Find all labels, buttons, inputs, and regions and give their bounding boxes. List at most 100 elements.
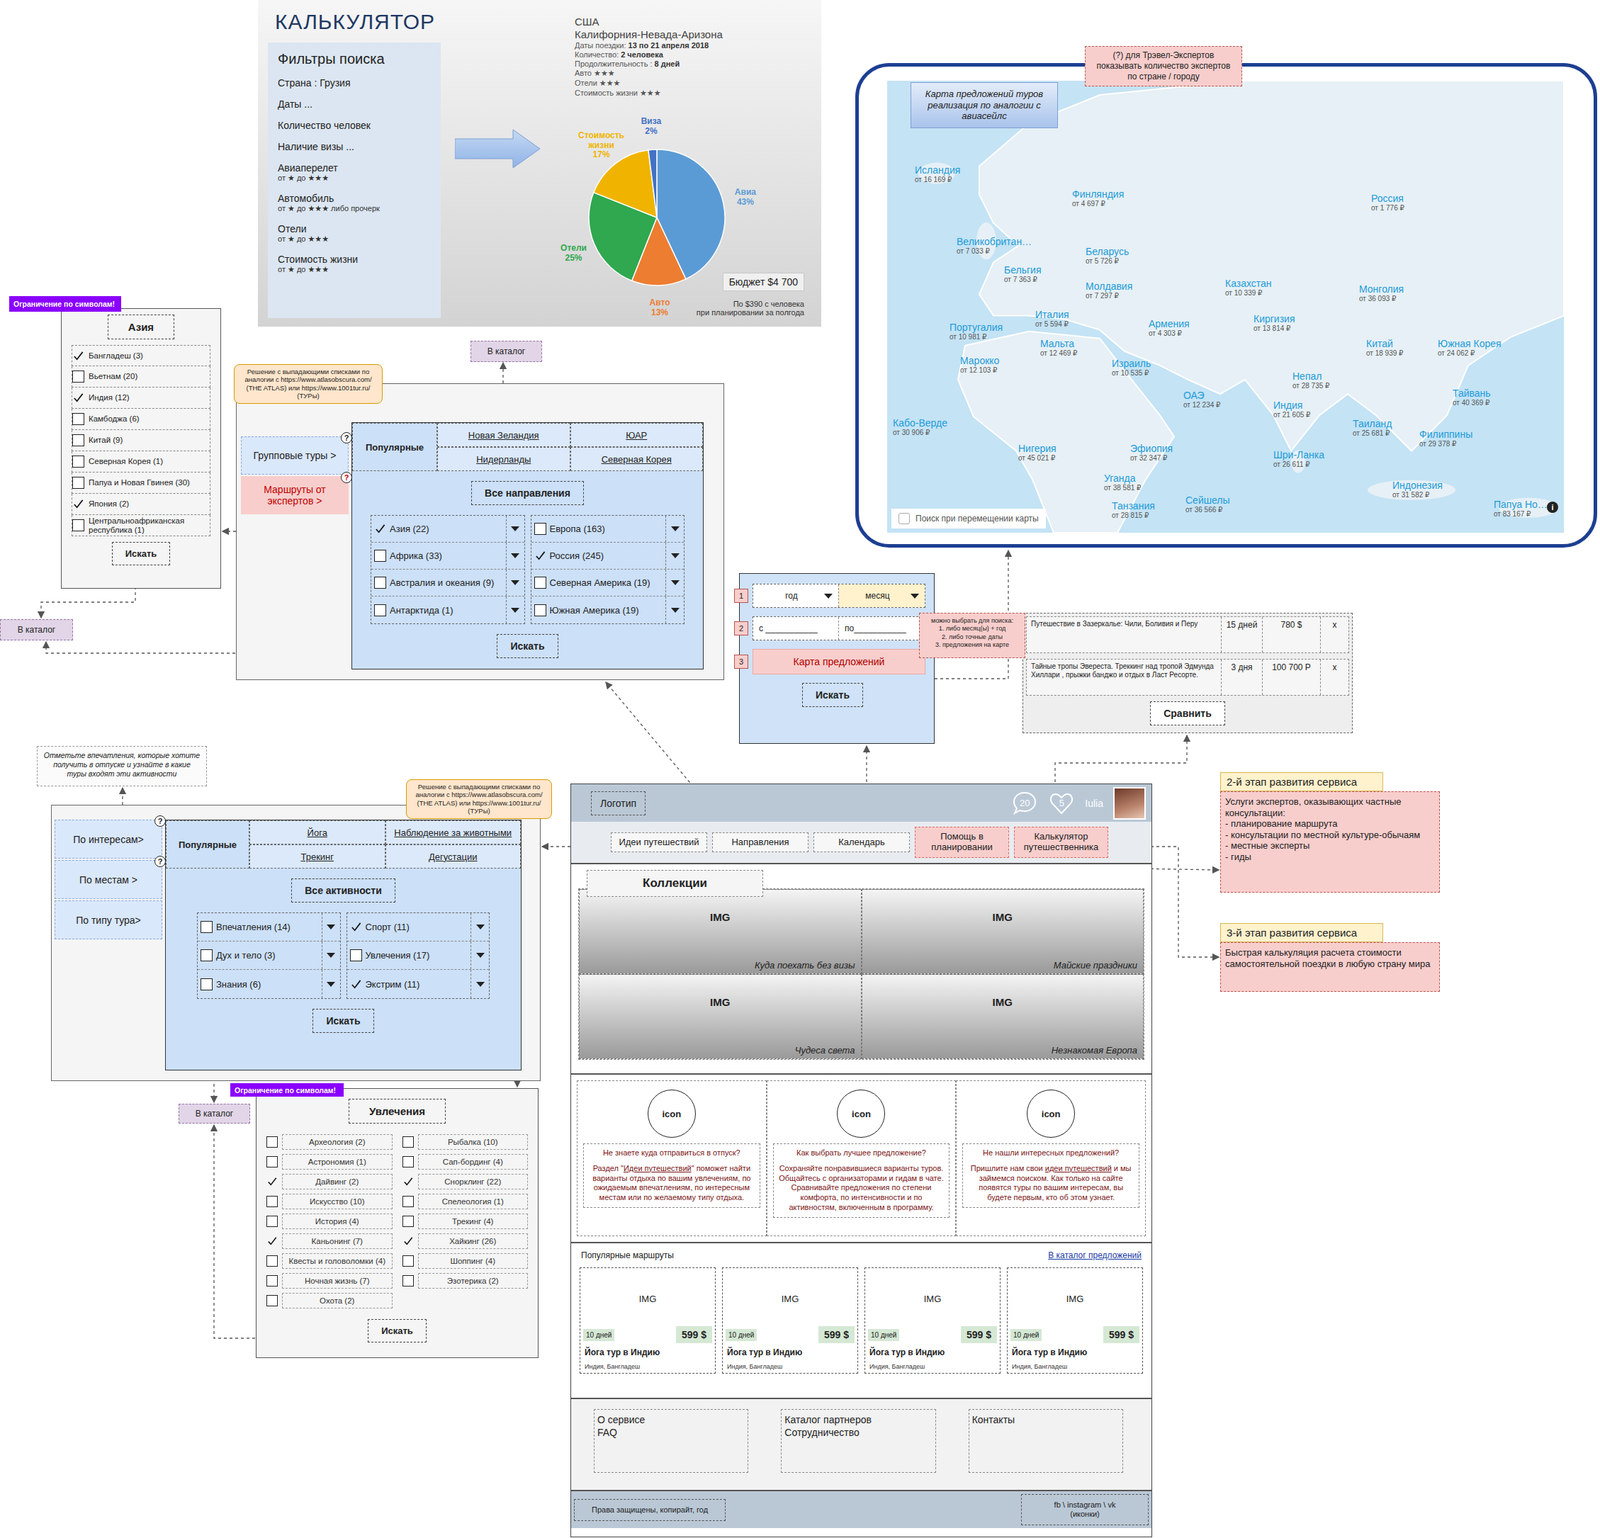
route-card[interactable]: IMG10 дней599 $Йога тур в ИндиюИндия, Ба… [1006, 1267, 1143, 1374]
activity-item[interactable]: Впечатления (14) [197, 913, 341, 942]
country-item[interactable]: Центральноафриканская республика (1) [71, 515, 211, 537]
checkbox[interactable] [402, 1156, 414, 1168]
map-pin[interactable]: Шри-Ланкаот 26 611 ₽ [1273, 449, 1325, 469]
collection-tile[interactable]: IMGНезнакомая Европа [861, 974, 1145, 1060]
dropdown-toggle[interactable] [470, 913, 489, 942]
hobby-item[interactable]: Рыбалка (10) [402, 1132, 529, 1153]
checkbox[interactable] [402, 1235, 414, 1248]
hobby-item[interactable]: Сап-бординг (4) [402, 1152, 529, 1173]
filter-item[interactable]: Количество человек [277, 119, 431, 132]
country-item[interactable]: Бангладеш (3) [71, 345, 211, 367]
checkbox[interactable] [266, 1275, 278, 1287]
region-item[interactable]: Африка (33) [371, 542, 525, 570]
route-card[interactable]: IMG10 дней599 $Йога тур в ИндиюИндия, Ба… [722, 1267, 859, 1374]
checkbox[interactable] [350, 949, 363, 962]
checkbox[interactable] [374, 549, 387, 562]
hobby-item[interactable]: Астрономия (1) [266, 1152, 393, 1173]
destination-tab[interactable]: Новая Зеландия [437, 423, 571, 448]
hobby-item[interactable]: Каньонинг (7) [266, 1231, 393, 1252]
destination-tab[interactable]: Нидерланды [437, 447, 571, 472]
checkbox[interactable] [350, 978, 363, 991]
footer-link[interactable]: Каталог партнеров [784, 1414, 932, 1428]
country-item[interactable]: Китай (9) [71, 430, 211, 452]
checkbox[interactable] [266, 1156, 278, 1168]
filter-item[interactable]: Наличие визы ... [277, 141, 431, 153]
checkbox[interactable] [402, 1196, 414, 1208]
nav-item[interactable]: Календарь [813, 832, 910, 854]
nav-item[interactable]: Калькулятор путешественника [1013, 826, 1109, 859]
map-pin[interactable]: Финляндияот 4 697 ₽ [1072, 189, 1124, 208]
map-pin[interactable]: Южная Кореяот 24 062 ₽ [1437, 338, 1502, 358]
filter-item[interactable]: Стоимость жизниот ★ до ★★★ [277, 253, 431, 275]
collection-tile[interactable]: IMGКуда поехать без визы [578, 889, 862, 975]
activity-tab[interactable]: Дегустации [385, 844, 522, 869]
filter-item[interactable]: Авиаперелетот ★ до ★★★ [277, 162, 431, 183]
map-pin[interactable]: Великобритан…от 7 033 ₽ [956, 236, 1032, 256]
compare-button[interactable]: Сравнить [1150, 701, 1226, 726]
destination-tab[interactable]: Северная Корея [570, 447, 704, 472]
checkbox[interactable] [534, 576, 547, 589]
hobby-item[interactable]: История (4) [266, 1211, 393, 1232]
map-pin[interactable]: Индонезияот 31 582 ₽ [1392, 480, 1443, 499]
map-pin[interactable]: Кабо-Вердеот 30 906 ₽ [892, 418, 948, 437]
collection-tile[interactable]: IMGМайские праздники [861, 889, 1145, 975]
map-pin[interactable]: Россияот 1 776 ₽ [1371, 193, 1405, 212]
checkbox[interactable] [374, 604, 387, 617]
checkbox[interactable] [402, 1275, 414, 1287]
dropdown-toggle[interactable] [321, 970, 341, 999]
help-icon[interactable]: ? [340, 432, 353, 444]
favorites-button[interactable]: 5 [1048, 790, 1075, 818]
activity-tab[interactable]: Популярные [165, 820, 250, 869]
social-links[interactable]: fb \ instagram \ vk (иконки) [1021, 1494, 1149, 1526]
feature-link[interactable]: идеи путешествий [1045, 1164, 1112, 1173]
map-pin[interactable]: Израильот 10 535 ₽ [1111, 358, 1151, 377]
help-icon[interactable]: ? [154, 815, 166, 827]
filter-item[interactable]: Страна : Грузия [277, 77, 431, 89]
checkbox[interactable] [350, 921, 363, 934]
map-area[interactable]: Исландияот 16 169 ₽Финляндияот 4 697 ₽Ро… [887, 80, 1564, 533]
checkbox[interactable] [402, 1136, 414, 1148]
catalog-link[interactable]: В каталог [178, 1103, 251, 1124]
map-pin[interactable]: Киргизияот 13 814 ₽ [1253, 313, 1296, 333]
remove-button[interactable]: x [1320, 659, 1349, 696]
country-item[interactable]: Камбоджа (6) [71, 408, 211, 431]
search-button[interactable]: Искать [496, 634, 558, 659]
hobby-item[interactable]: Эзотерика (2) [402, 1271, 529, 1292]
side-button[interactable]: По типу тура> [54, 900, 163, 940]
hobby-item[interactable]: Квесты и головоломки (4) [266, 1251, 393, 1272]
side-button[interactable]: По местам >? [54, 860, 163, 900]
user-avatar[interactable] [1113, 787, 1146, 820]
dropdown-toggle[interactable] [505, 596, 525, 624]
checkbox[interactable] [72, 413, 85, 426]
help-icon[interactable]: ? [340, 471, 353, 484]
checkbox[interactable] [72, 391, 85, 404]
dropdown-toggle[interactable] [665, 515, 684, 543]
map-pin[interactable]: Арменияот 4 303 ₽ [1148, 318, 1190, 338]
checkbox[interactable] [72, 519, 85, 532]
country-item[interactable]: Папуа и Новая Гвинея (30) [71, 472, 211, 494]
activity-item[interactable]: Увлечения (17) [347, 941, 490, 971]
checkbox[interactable] [266, 1295, 278, 1307]
map-pin[interactable]: ОАЭот 12 234 ₽ [1183, 390, 1221, 409]
activity-item[interactable]: Знания (6) [197, 970, 341, 999]
help-icon[interactable]: ? [154, 855, 166, 868]
catalog-link[interactable]: В каталог предложений [1048, 1250, 1142, 1261]
checkbox[interactable] [402, 1255, 414, 1267]
checkbox[interactable] [200, 921, 213, 934]
region-item[interactable]: Южная Америка (19) [531, 596, 685, 624]
side-button[interactable]: Маршруты от экспертов >? [240, 476, 349, 515]
hobby-item[interactable]: Охота (2) [266, 1291, 393, 1311]
checkbox[interactable] [534, 549, 547, 562]
map-pin[interactable]: Эфиопияот 32 347 ₽ [1130, 443, 1173, 463]
checkbox[interactable] [402, 1215, 414, 1228]
info-icon[interactable]: i [1546, 501, 1559, 514]
map-search-toggle[interactable]: Поиск при перемещении карты [891, 508, 1046, 529]
dropdown-toggle[interactable] [505, 515, 525, 543]
activity-item[interactable]: Экстрим (11) [347, 970, 490, 999]
dropdown-toggle[interactable] [505, 542, 525, 569]
country-item[interactable]: Северная Корея (1) [71, 451, 211, 473]
map-pin[interactable]: Тайваньот 40 369 ₽ [1452, 388, 1491, 407]
dropdown-toggle[interactable] [505, 569, 525, 596]
hobby-item[interactable]: Ночная жизнь (7) [266, 1271, 393, 1292]
footer-link[interactable]: FAQ [597, 1427, 745, 1440]
